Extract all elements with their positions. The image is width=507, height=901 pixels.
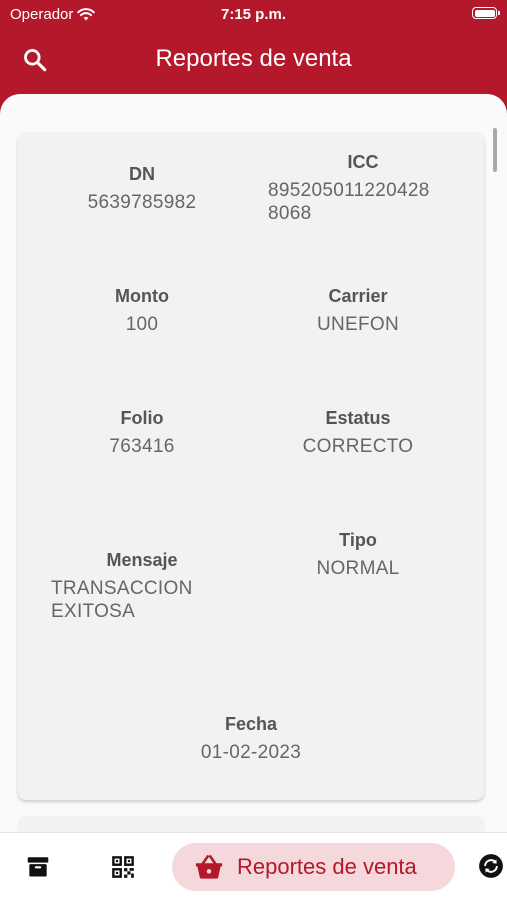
scrollbar[interactable]	[493, 128, 497, 172]
folio-field: Folio 763416	[42, 408, 242, 458]
battery-icon	[472, 7, 500, 19]
icc-value: 895205011220428 8068	[258, 179, 468, 225]
tipo-label: Tipo	[339, 530, 377, 550]
fecha-label: Fecha	[224, 714, 278, 734]
carrier-value: UNEFON	[316, 314, 400, 335]
fecha-field: Fecha 01-02-2023	[151, 714, 351, 764]
monto-value: 100	[125, 314, 159, 335]
dn-value: 5639785982	[87, 192, 197, 213]
app-bar: Reportes de venta	[0, 30, 507, 94]
carrier-label: Carrier	[328, 286, 388, 306]
dn-label: DN	[129, 164, 155, 184]
icc-value-line2: 8068	[268, 203, 312, 224]
bottom-nav: Reportes de venta	[0, 832, 507, 901]
tipo-value: NORMAL	[316, 558, 400, 579]
content-sheet[interactable]: DN 5639785982 ICC 895205011220428 8068 M…	[0, 94, 507, 832]
archive-icon[interactable]	[25, 854, 51, 880]
status-bar: Operador 7:15 p.m.	[0, 0, 507, 30]
folio-label: Folio	[120, 408, 164, 428]
report-card-next[interactable]	[18, 818, 484, 832]
estatus-field: Estatus CORRECTO	[258, 408, 458, 458]
status-time: 7:15 p.m.	[220, 6, 287, 23]
icc-value-line1: 895205011220428	[268, 180, 430, 201]
mensaje-value-line1: TRANSACCION	[51, 578, 193, 599]
dn-field: DN 5639785982	[42, 164, 242, 214]
mensaje-label: Mensaje	[106, 550, 178, 570]
page-title: Reportes de venta	[155, 45, 352, 72]
estatus-label: Estatus	[325, 408, 391, 428]
folio-value: 763416	[109, 436, 175, 457]
icc-field: ICC 895205011220428 8068	[258, 152, 468, 225]
nav-item-label: Reportes de venta	[237, 854, 417, 879]
qr-code-icon[interactable]	[110, 854, 136, 880]
tipo-field: Tipo NORMAL	[258, 530, 458, 580]
mensaje-value: TRANSACCION EXITOSA	[42, 577, 242, 623]
estatus-value: CORRECTO	[302, 436, 414, 457]
nav-item-reportes-de-venta[interactable]: Reportes de venta	[172, 843, 455, 891]
sync-icon[interactable]	[478, 853, 504, 879]
monto-field: Monto 100	[42, 286, 242, 336]
carrier-field: Carrier UNEFON	[258, 286, 458, 336]
report-card[interactable]: DN 5639785982 ICC 895205011220428 8068 M…	[18, 132, 484, 800]
fecha-value: 01-02-2023	[200, 742, 302, 763]
monto-label: Monto	[115, 286, 169, 306]
mensaje-field: Mensaje TRANSACCION EXITOSA	[42, 550, 242, 623]
mensaje-value-line2: EXITOSA	[51, 601, 136, 622]
shopping-basket-icon	[195, 855, 223, 879]
icc-label: ICC	[347, 152, 379, 172]
